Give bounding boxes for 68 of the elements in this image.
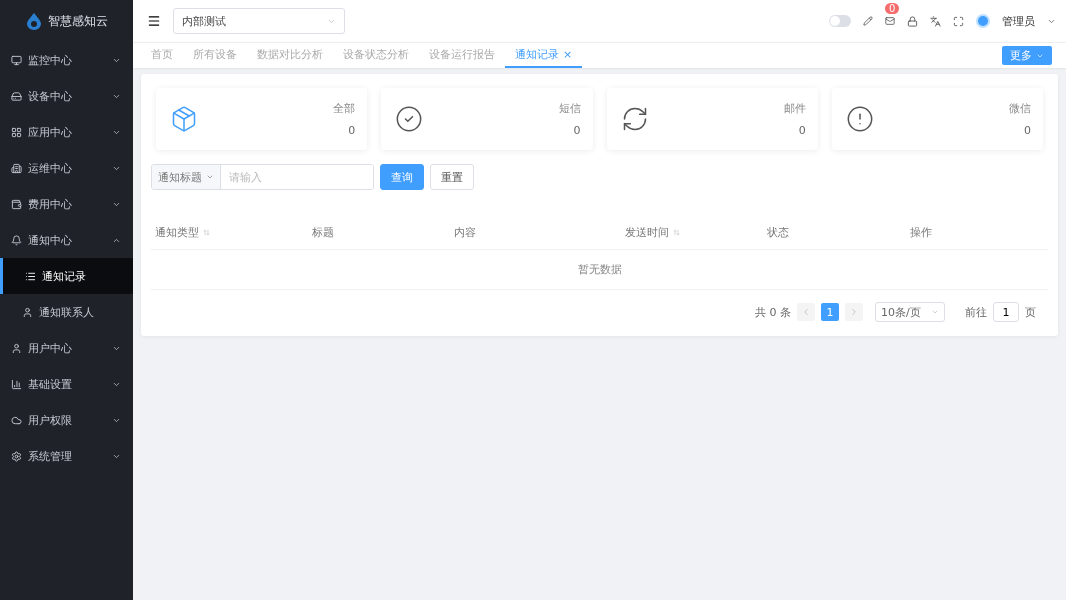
field-select[interactable]: 通知标题 bbox=[152, 165, 221, 189]
stat-label: 邮件 bbox=[783, 101, 806, 116]
chevron-down-icon bbox=[206, 173, 214, 181]
chevron-right-icon bbox=[849, 307, 859, 317]
stat-label: 短信 bbox=[558, 101, 581, 116]
goto-page-field[interactable]: 1 bbox=[993, 302, 1019, 322]
sidebar-item[interactable]: 基础设置 bbox=[0, 366, 133, 402]
alert-icon bbox=[845, 105, 874, 133]
user-icon bbox=[11, 342, 22, 354]
sidebar-subitem[interactable]: 通知记录 bbox=[0, 258, 133, 294]
lock-icon[interactable] bbox=[907, 15, 918, 27]
building-icon bbox=[11, 162, 22, 174]
sidebar-item[interactable]: 运维中心 bbox=[0, 150, 133, 186]
drop-logo-icon bbox=[25, 12, 42, 30]
monitor-icon bbox=[11, 54, 22, 66]
stat-label: 全部 bbox=[333, 101, 356, 116]
cloud-icon bbox=[11, 414, 22, 426]
column-header[interactable]: 通知类型 bbox=[151, 225, 308, 240]
column-header: 状态 bbox=[766, 225, 791, 240]
user-name[interactable]: 管理员 bbox=[1002, 13, 1035, 29]
user-avatar[interactable] bbox=[976, 14, 990, 28]
sidebar-item[interactable]: 用户权限 bbox=[0, 402, 133, 438]
box-icon bbox=[170, 105, 198, 133]
grid-icon bbox=[11, 126, 22, 138]
stat-value: 0 bbox=[573, 124, 581, 137]
app-logo-text: 智慧感知云 bbox=[47, 12, 108, 30]
translate-icon[interactable] bbox=[930, 15, 941, 27]
column-header[interactable]: 发送时间 bbox=[620, 225, 764, 240]
goto-label: 前往 bbox=[965, 304, 987, 320]
reset-button[interactable]: 重置 bbox=[430, 164, 474, 190]
stat-label: 微信 bbox=[1009, 101, 1031, 116]
page-suffix: 页 bbox=[1025, 304, 1036, 320]
stat-value: 0 bbox=[1024, 124, 1031, 137]
stat-value: 0 bbox=[348, 124, 356, 137]
sidebar-subitem[interactable]: 通知联系人 bbox=[0, 294, 133, 330]
sidebar-item[interactable]: 监控中心 bbox=[0, 42, 133, 78]
total-count: 共 0 条 bbox=[755, 304, 791, 320]
chevron-left-icon bbox=[801, 307, 811, 317]
stat-value: 0 bbox=[798, 124, 806, 137]
sidebar-item[interactable]: 应用中心 bbox=[0, 114, 133, 150]
toggle-switch[interactable] bbox=[829, 15, 851, 27]
column-header: 内容 bbox=[453, 225, 477, 240]
menu-icon[interactable] bbox=[147, 14, 161, 28]
empty-message: 暂无数据 bbox=[577, 262, 622, 277]
mail-icon[interactable] bbox=[885, 16, 895, 26]
sidebar-item[interactable]: 系统管理 bbox=[0, 438, 133, 474]
bar-chart-icon bbox=[11, 378, 22, 390]
sort-icon[interactable] bbox=[203, 229, 210, 236]
sidebar-item[interactable]: 用户中心 bbox=[0, 330, 133, 366]
pencil-icon[interactable] bbox=[863, 16, 873, 26]
page-size-select[interactable]: 10条/页 bbox=[875, 302, 945, 322]
column-header: 标题 bbox=[310, 225, 335, 240]
search-field[interactable]: 通知标题 请输入 bbox=[151, 164, 374, 190]
sidebar-item[interactable]: 设备中心 bbox=[0, 78, 133, 114]
list-icon bbox=[25, 270, 36, 282]
chevron-down-icon bbox=[931, 308, 939, 316]
notification-badge: 0 bbox=[885, 3, 900, 14]
wallet-icon bbox=[11, 198, 22, 210]
column-header: 操作 bbox=[908, 225, 933, 240]
device-icon bbox=[11, 90, 22, 102]
sidebar-item[interactable]: 费用中心 bbox=[0, 186, 133, 222]
bell-icon bbox=[11, 234, 22, 246]
user-icon bbox=[22, 306, 33, 318]
sidebar-item[interactable]: 通知中心 bbox=[0, 222, 133, 258]
gear-icon bbox=[11, 450, 22, 462]
fullscreen-icon[interactable] bbox=[953, 15, 964, 27]
check-circle-icon bbox=[395, 105, 424, 133]
project-select[interactable]: 内部测试 bbox=[173, 8, 345, 34]
